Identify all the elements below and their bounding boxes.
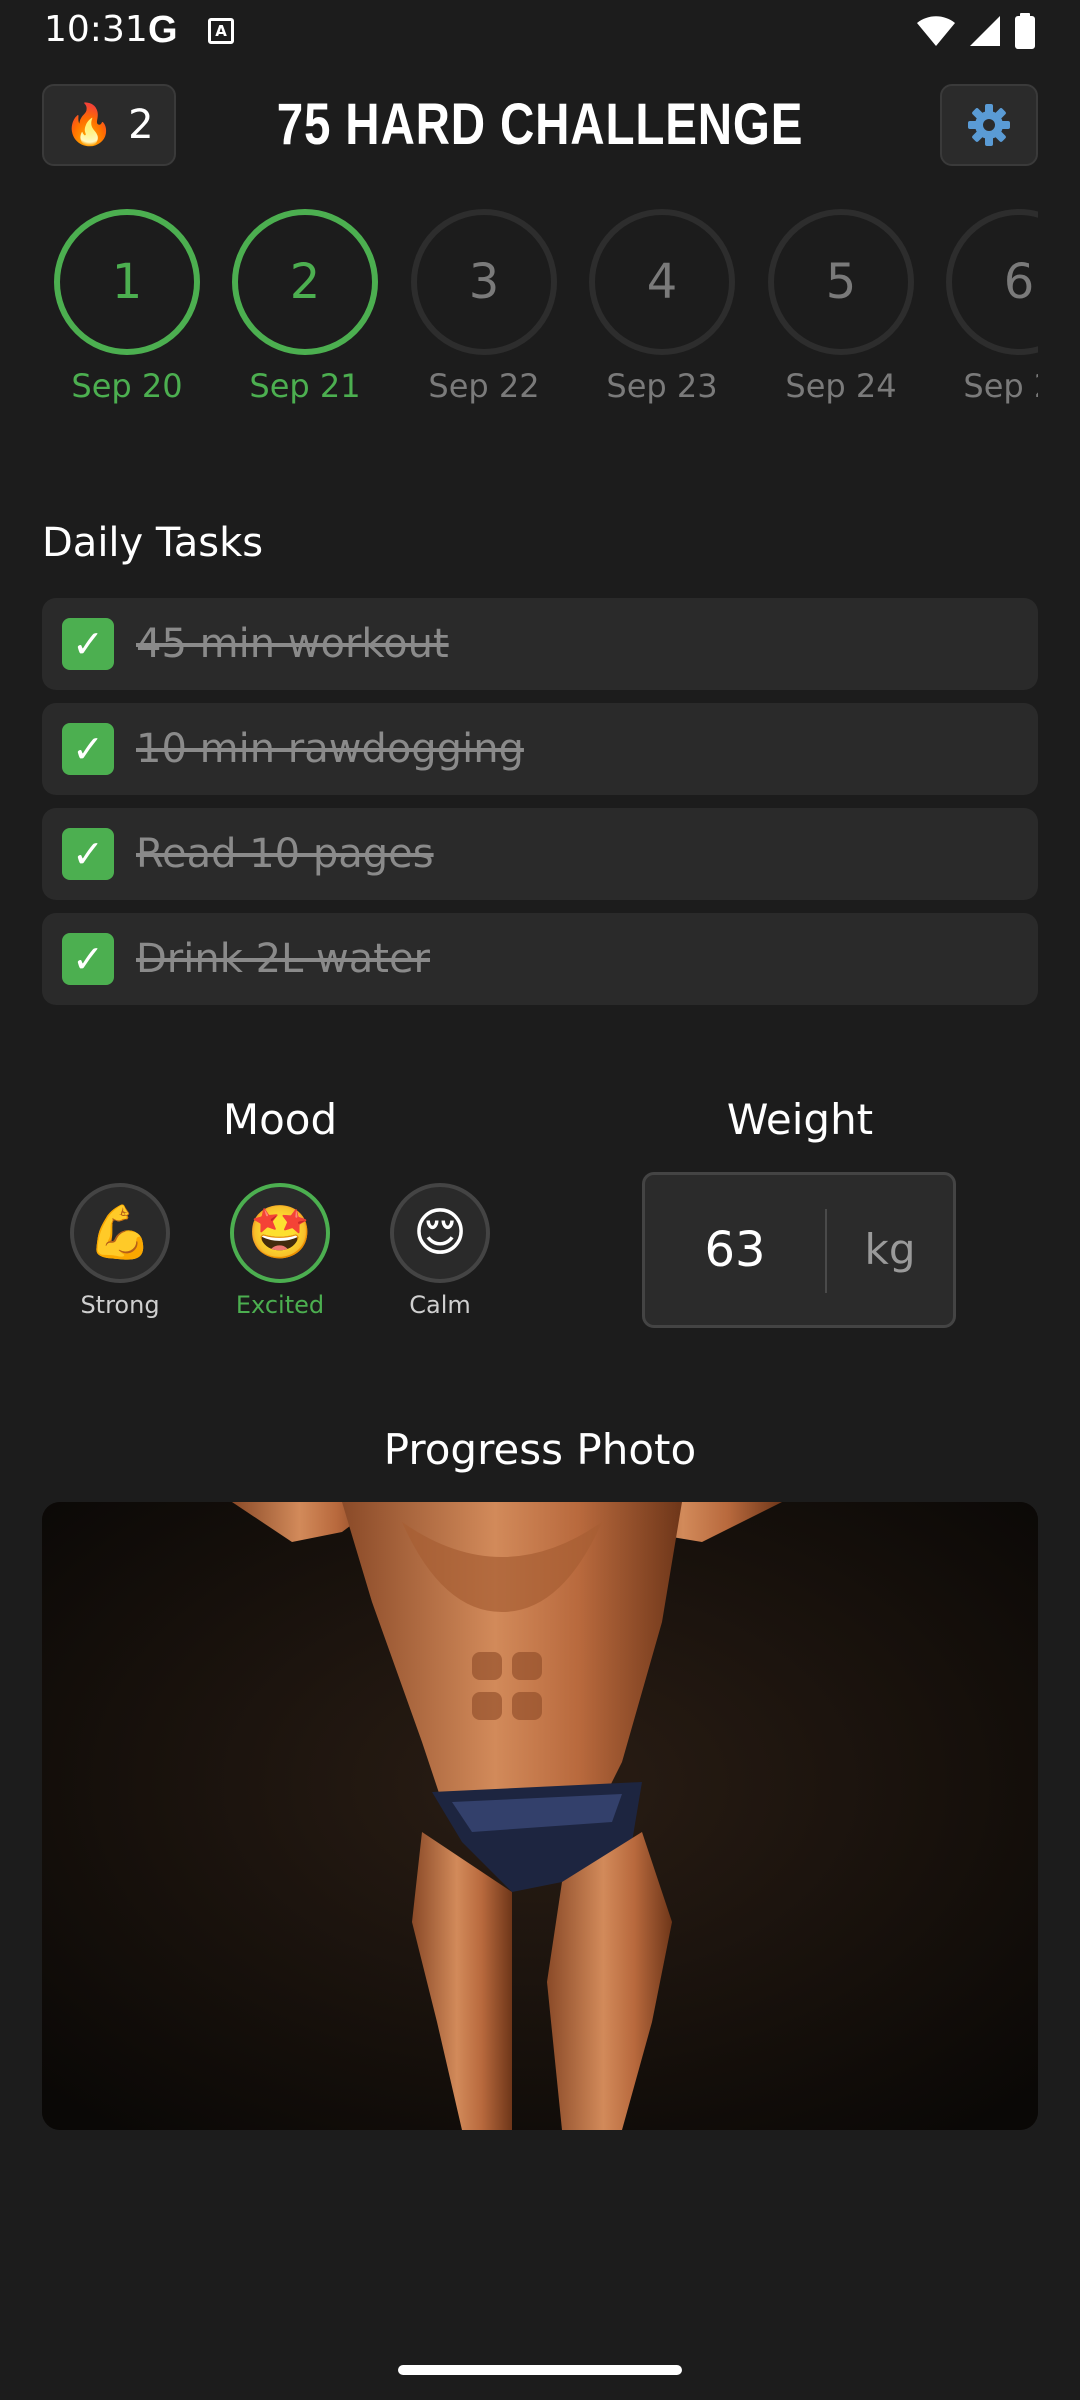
mood-option-calm[interactable]: 😌 Calm [380,1183,500,1319]
keyboard-a-icon: A [208,18,234,44]
settings-button[interactable] [940,84,1038,166]
home-indicator[interactable] [398,2365,682,2375]
mood-label: Excited [235,1291,325,1319]
day-date: Sep 23 [606,367,718,405]
weight-input[interactable]: 63 kg [642,1172,956,1328]
status-time: 10:31 [44,9,148,50]
fire-icon: 🔥 [64,102,115,148]
weight-unit: kg [864,1225,916,1274]
google-icon: G [148,9,178,51]
day-date: Sep 24 [785,367,897,405]
task-item[interactable]: ✓ Drink 2L water [42,913,1038,1005]
progress-photo-title: Progress Photo [383,1425,697,1474]
mood-label: Calm [409,1291,471,1319]
mood-label: Strong [80,1291,160,1319]
day-number: 4 [589,209,735,355]
status-icons [916,12,1036,50]
daily-tasks-list: ✓ 45 min workout ✓ 10 min rawdogging ✓ R… [42,598,1038,1018]
star-struck-icon: 🤩 [230,1183,330,1283]
mood-selector: 💪 Strong 🤩 Excited 😌 Calm [60,1183,520,1323]
day-date: Sep 25 [963,367,1038,405]
mood-title: Mood [222,1095,338,1144]
task-label: 45 min workout [136,621,449,667]
task-label: 10 min rawdogging [136,726,524,772]
daily-tasks-title: Daily Tasks [42,520,264,566]
gear-icon [968,104,1010,146]
task-label: Read 10 pages [136,831,434,877]
progress-photo-image [42,1502,1038,2130]
task-item[interactable]: ✓ 45 min workout [42,598,1038,690]
weight-title: Weight [726,1095,874,1144]
day-number: 1 [54,209,200,355]
day-selector[interactable]: 1 Sep 20 2 Sep 21 3 Sep 22 4 Sep 23 5 Se… [42,205,1038,435]
weight-value[interactable]: 63 [645,1175,825,1325]
day-item-3[interactable]: 3 Sep 22 [399,205,569,405]
day-number: 6 [946,209,1038,355]
checkbox-checked-icon[interactable]: ✓ [62,933,114,985]
task-item[interactable]: ✓ 10 min rawdogging [42,703,1038,795]
relieved-face-icon: 😌 [390,1183,490,1283]
streak-count: 2 [128,102,154,148]
task-label: Drink 2L water [136,936,431,982]
checkbox-checked-icon[interactable]: ✓ [62,618,114,670]
day-item-4[interactable]: 4 Sep 23 [577,205,747,405]
day-item-2[interactable]: 2 Sep 21 [220,205,390,405]
task-item[interactable]: ✓ Read 10 pages [42,808,1038,900]
day-date: Sep 22 [428,367,540,405]
mood-option-excited[interactable]: 🤩 Excited [220,1183,340,1319]
mood-option-strong[interactable]: 💪 Strong [60,1183,180,1319]
checkbox-checked-icon[interactable]: ✓ [62,723,114,775]
day-number: 2 [232,209,378,355]
streak-button[interactable]: 🔥 2 [42,84,176,166]
battery-icon [1015,13,1035,49]
day-item-6[interactable]: 6 Sep 25 [934,205,1038,405]
progress-photo[interactable] [42,1502,1038,2130]
day-date: Sep 20 [71,367,183,405]
day-item-5[interactable]: 5 Sep 24 [756,205,926,405]
signal-icon [970,16,1000,46]
flexed-biceps-icon: 💪 [70,1183,170,1283]
day-number: 5 [768,209,914,355]
checkbox-checked-icon[interactable]: ✓ [62,828,114,880]
page-title: 75 HARD CHALLENGE [276,92,804,157]
day-item-1[interactable]: 1 Sep 20 [42,205,212,405]
day-date: Sep 21 [249,367,361,405]
day-number: 3 [411,209,557,355]
status-bar: 10:31 G A [0,0,1080,62]
wifi-icon [917,16,955,46]
